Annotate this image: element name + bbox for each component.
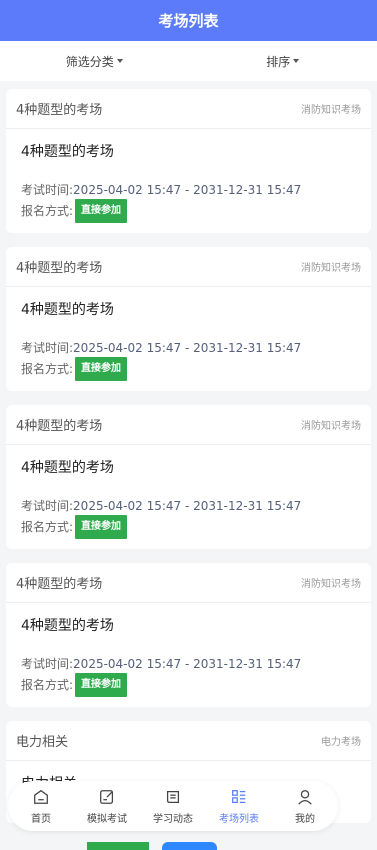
card-title: 4种题型的考场 bbox=[16, 261, 103, 276]
exam-room-list: 4种题型的考场 消防知识考场 4种题型的考场 考试时间: 2025-04-02 … bbox=[0, 81, 377, 823]
exam-name: 4种题型的考场 bbox=[21, 460, 114, 476]
exam-room-card[interactable]: 4种题型的考场 消防知识考场 4种题型的考场 考试时间: 2025-04-02 … bbox=[6, 89, 371, 233]
exam-name: 4种题型的考场 bbox=[21, 144, 114, 160]
card-body: 4种题型的考场 考试时间: 2025-04-02 15:47 - 2031-12… bbox=[6, 445, 371, 549]
card-title: 4种题型的考场 bbox=[16, 577, 103, 592]
exam-time-row: 考试时间: 2025-04-02 15:47 - 2031-12-31 15:4… bbox=[21, 655, 356, 673]
card-category: 消防知识考场 bbox=[301, 105, 361, 116]
card-category: 消防知识考场 bbox=[301, 579, 361, 590]
card-header: 4种题型的考场 消防知识考场 bbox=[6, 563, 371, 603]
join-directly-badge-partial bbox=[87, 842, 149, 850]
tab-home[interactable]: 首页 bbox=[8, 788, 74, 825]
card-header: 电力相关 电力考场 bbox=[6, 721, 371, 761]
card-category: 消防知识考场 bbox=[301, 263, 361, 274]
tab-mine[interactable]: 我的 bbox=[272, 788, 338, 825]
exam-time-row: 考试时间: 2025-04-02 15:47 - 2031-12-31 15:4… bbox=[21, 497, 356, 515]
filter-category-label: 筛选分类 bbox=[65, 54, 114, 69]
tab-label: 模拟考试 bbox=[87, 813, 127, 825]
signup-row: 报名方式: 直接参加 bbox=[21, 357, 356, 381]
exam-time-label: 考试时间: bbox=[21, 341, 74, 355]
card-category: 电力考场 bbox=[321, 737, 361, 748]
join-directly-badge: 直接参加 bbox=[75, 673, 128, 697]
exam-time-row: 考试时间: 2025-04-02 15:47 - 2031-12-31 15:4… bbox=[21, 181, 356, 199]
tab-exam-room-list[interactable]: 考场列表 bbox=[206, 788, 272, 825]
tab-mock-exam[interactable]: 模拟考试 bbox=[74, 788, 140, 825]
exam-time-value: 2025-04-02 15:47 - 2031-12-31 15:47 bbox=[73, 657, 302, 671]
exam-room-card[interactable]: 4种题型的考场 消防知识考场 4种题型的考场 考试时间: 2025-04-02 … bbox=[6, 405, 371, 549]
news-icon bbox=[166, 790, 180, 803]
exam-room-card[interactable]: 4种题型的考场 消防知识考场 4种题型的考场 考试时间: 2025-04-02 … bbox=[6, 563, 371, 707]
join-directly-badge: 直接参加 bbox=[75, 199, 128, 223]
sort-dropdown[interactable]: 排序 bbox=[189, 53, 377, 70]
exam-time-label: 考试时间: bbox=[21, 183, 74, 197]
signup-row: 报名方式: 直接参加 bbox=[21, 515, 356, 539]
card-title: 4种题型的考场 bbox=[16, 103, 103, 118]
tab-label: 我的 bbox=[295, 813, 315, 825]
tab-label: 学习动态 bbox=[153, 813, 193, 825]
exam-room-card[interactable]: 4种题型的考场 消防知识考场 4种题型的考场 考试时间: 2025-04-02 … bbox=[6, 247, 371, 391]
card-body: 4种题型的考场 考试时间: 2025-04-02 15:47 - 2031-12… bbox=[6, 603, 371, 707]
exam-time-label: 考试时间: bbox=[21, 499, 74, 513]
signup-row: 报名方式: 直接参加 bbox=[21, 673, 356, 697]
edit-icon bbox=[100, 789, 114, 804]
card-title: 4种题型的考场 bbox=[16, 419, 103, 434]
card-category: 消防知识考场 bbox=[301, 421, 361, 432]
sort-label: 排序 bbox=[266, 54, 291, 69]
exam-name: 4种题型的考场 bbox=[21, 302, 114, 318]
signup-label: 报名方式: bbox=[21, 362, 74, 376]
exam-time-row: 考试时间: 2025-04-02 15:47 - 2031-12-31 15:4… bbox=[21, 339, 356, 357]
floating-button-partial[interactable] bbox=[162, 842, 217, 850]
card-body: 4种题型的考场 考试时间: 2025-04-02 15:47 - 2031-12… bbox=[6, 129, 371, 233]
filter-bar: 筛选分类 排序 bbox=[0, 41, 377, 81]
signup-label: 报名方式: bbox=[21, 520, 74, 534]
signup-row: 报名方式: 直接参加 bbox=[21, 199, 356, 223]
join-directly-badge: 直接参加 bbox=[75, 515, 128, 539]
exam-time-value: 2025-04-02 15:47 - 2031-12-31 15:47 bbox=[73, 183, 302, 197]
exam-time-value: 2025-04-02 15:47 - 2031-12-31 15:47 bbox=[73, 341, 302, 355]
card-body: 4种题型的考场 考试时间: 2025-04-02 15:47 - 2031-12… bbox=[6, 287, 371, 391]
tab-label: 考场列表 bbox=[219, 813, 259, 825]
page-header: 考场列表 bbox=[0, 0, 377, 41]
bottom-tab-bar: 首页 模拟考试 学习动态 考场列表 我的 bbox=[8, 781, 338, 831]
card-header: 4种题型的考场 消防知识考场 bbox=[6, 89, 371, 129]
filter-category-dropdown[interactable]: 筛选分类 bbox=[0, 53, 189, 70]
caret-down-icon bbox=[293, 59, 300, 63]
exam-time-label: 考试时间: bbox=[21, 657, 74, 671]
home-icon bbox=[34, 789, 48, 804]
tab-study-news[interactable]: 学习动态 bbox=[140, 788, 206, 825]
exam-name: 4种题型的考场 bbox=[21, 618, 114, 634]
card-header: 4种题型的考场 消防知识考场 bbox=[6, 405, 371, 445]
exam-time-value: 2025-04-02 15:47 - 2031-12-31 15:47 bbox=[73, 499, 302, 513]
card-header: 4种题型的考场 消防知识考场 bbox=[6, 247, 371, 287]
tab-label: 首页 bbox=[31, 813, 51, 825]
signup-label: 报名方式: bbox=[21, 678, 74, 692]
join-directly-badge: 直接参加 bbox=[75, 357, 128, 381]
signup-label: 报名方式: bbox=[21, 204, 74, 218]
list-icon bbox=[232, 789, 246, 803]
card-title: 电力相关 bbox=[16, 735, 69, 750]
user-icon bbox=[298, 789, 312, 805]
page-title: 考场列表 bbox=[158, 12, 219, 30]
caret-down-icon bbox=[116, 59, 123, 63]
